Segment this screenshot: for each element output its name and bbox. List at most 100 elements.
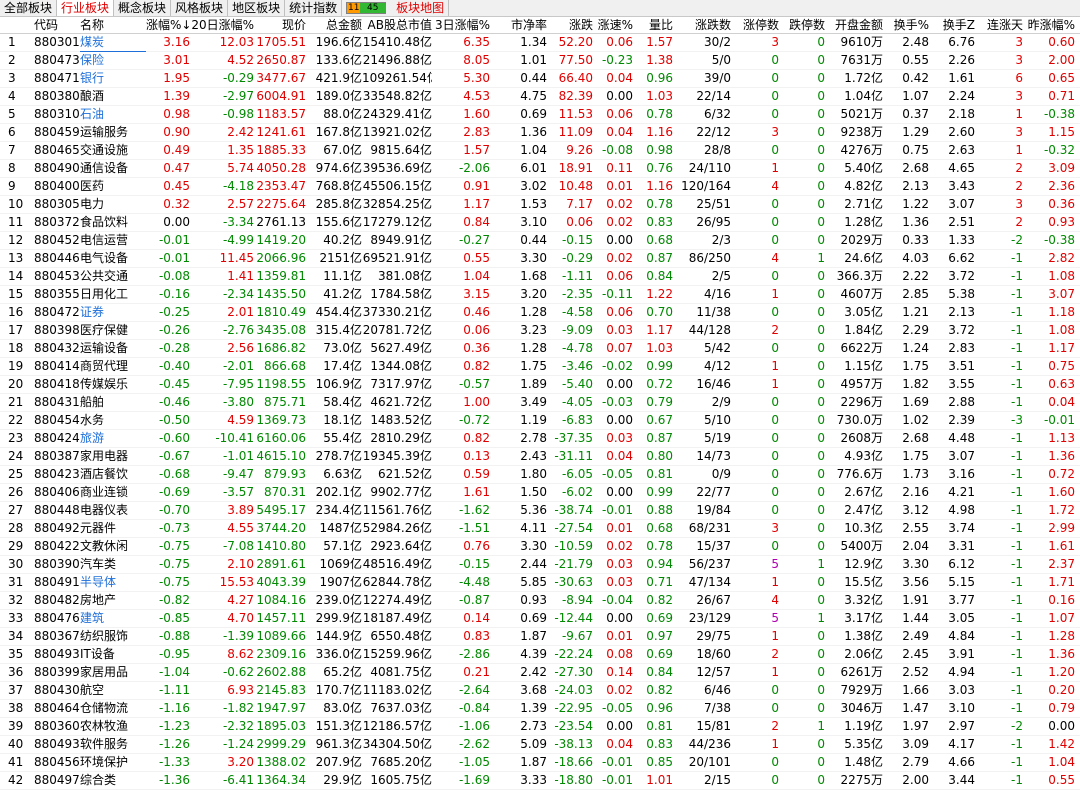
table-row[interactable]: 18 880432 运输设备 -0.28 2.56 1686.82 73.0亿 5627.49… xyxy=(0,340,1080,358)
header-col-3d-change[interactable]: 3日涨幅% xyxy=(432,17,490,33)
table-row[interactable]: 35 880493 IT设备 -0.95 8.62 2309.16 336.0亿 15259.… xyxy=(0,646,1080,664)
header-col-limit-up[interactable]: 涨停数 xyxy=(731,17,779,33)
tab-3[interactable]: 风格板块 xyxy=(171,0,229,16)
table-row[interactable]: 41 880456 环境保护 -1.33 3.20 1388.02 207.9亿 7685.2… xyxy=(0,754,1080,772)
table-row[interactable]: 33 880476 建筑 -0.85 4.70 1457.11 299.9亿 18187.49… xyxy=(0,610,1080,628)
header-col-code[interactable]: 代码 xyxy=(28,17,80,33)
table-row[interactable]: 28 880492 元器件 -0.73 4.55 3744.20 1487亿 52984.26… xyxy=(0,520,1080,538)
tab-0[interactable]: 全部板块 xyxy=(0,0,58,16)
tab-2[interactable]: 概念板块 xyxy=(114,0,172,16)
cell-col-20d-change: 4.70 xyxy=(227,611,254,625)
table-row[interactable]: 38 880464 仓储物流 -1.16 -1.82 1947.97 83.0亿 7637.0… xyxy=(0,700,1080,718)
table-row[interactable]: 7 880465 交通设施 0.49 1.35 1885.33 67.0亿 9815.64亿 1… xyxy=(0,142,1080,160)
table-row[interactable]: 1 880301 煤炭 3.16 12.03 1705.51 196.6亿 15410.48亿… xyxy=(0,34,1080,52)
cell-col-20d-change: -2.01 xyxy=(222,359,254,373)
table-row[interactable]: 42 880497 综合类 -1.36 -6.41 1364.34 29.9亿 1605.75… xyxy=(0,772,1080,790)
cell-col-turnover-rate: 2.04 xyxy=(902,539,929,553)
table-row[interactable]: 2 880473 保险 3.01 4.52 2650.87 133.6亿 21496.88亿 8… xyxy=(0,52,1080,70)
header-col-pb[interactable]: 市净率 xyxy=(490,17,547,33)
table-row[interactable]: 27 880448 电器仪表 -0.70 3.89 5495.17 234.4亿 11561.… xyxy=(0,502,1080,520)
table-row[interactable]: 4 880380 酿酒 1.39 -2.97 6004.91 189.0亿 33548.82亿… xyxy=(0,88,1080,106)
cell-col-3d-change: -1.06 xyxy=(458,719,490,733)
cell-col-up-down: 4/16 xyxy=(704,287,731,301)
cell-col-up-down: 16/46 xyxy=(696,377,731,391)
table-row[interactable]: 25 880423 酒店餐饮 -0.68 -9.47 879.93 6.63亿 621.52亿… xyxy=(0,466,1080,484)
cell-col-turnover-amount: 961.3亿 xyxy=(315,737,362,751)
header-col-change[interactable]: 涨跌 xyxy=(547,17,593,33)
table-row[interactable]: 3 880471 银行 1.95 -0.29 3477.67 421.9亿 109261.54… xyxy=(0,70,1080,88)
tab-6[interactable]: 板块地图 xyxy=(392,0,450,16)
table-row[interactable]: 14 880453 公共交通 -0.08 1.41 1359.81 11.1亿 381.08亿… xyxy=(0,268,1080,286)
cell-col-change-pct: 0.47 xyxy=(163,161,190,175)
cell-col-prev-change: 2.00 xyxy=(1048,53,1075,67)
cell-col-pb: 1.87 xyxy=(520,629,547,643)
table-row[interactable]: 22 880454 水务 -0.50 4.59 1369.73 18.1亿 1483.52亿 -… xyxy=(0,412,1080,430)
cell-col-open-amount: 6261万 xyxy=(840,665,883,679)
cell-col-3d-change: 1.17 xyxy=(463,197,490,211)
header-col-name[interactable]: 名称 xyxy=(80,17,146,33)
table-row[interactable]: 19 880414 商贸代理 -0.40 -2.01 866.68 17.4亿 1344.08… xyxy=(0,358,1080,376)
table-row[interactable]: 15 880355 日用化工 -0.16 -2.34 1435.50 41.2亿 1784.5… xyxy=(0,286,1080,304)
cell-col-change-pct: -0.50 xyxy=(158,413,190,427)
table-row[interactable]: 32 880482 房地产 -0.82 4.27 1084.16 239.0亿 12274.4… xyxy=(0,592,1080,610)
cell-col-speed: 0.06 xyxy=(606,269,633,283)
header-col-streak[interactable]: 连涨天 xyxy=(975,17,1023,33)
header-col-up-down[interactable]: 涨跌数 xyxy=(673,17,731,33)
header-col-turnover-rate[interactable]: 换手% xyxy=(883,17,929,33)
table-row[interactable]: 37 880430 航空 -1.11 6.93 2145.83 170.7亿 11183.02… xyxy=(0,682,1080,700)
header-col-20d-change[interactable]: 20日涨幅% xyxy=(190,17,254,33)
table-row[interactable]: 8 880490 通信设备 0.47 5.74 4050.28 974.6亿 39536.69… xyxy=(0,160,1080,178)
table-row[interactable]: 24 880387 家用电器 -0.67 -1.01 4615.10 278.7亿 19345… xyxy=(0,448,1080,466)
cell-col-turnover-amount: 278.7亿 xyxy=(315,449,362,463)
tab-1[interactable]: 行业板块 xyxy=(57,0,115,16)
table-row[interactable]: 11 880372 食品饮料 0.00 -3.34 2761.13 155.6亿 17279.… xyxy=(0,214,1080,232)
cell-col-market-cap: 32854.25亿 xyxy=(362,197,432,211)
header-col-turnover-amount[interactable]: 总金额 xyxy=(306,17,362,33)
table-row[interactable]: 26 880406 商业连锁 -0.69 -3.57 870.31 202.1亿 9902.7… xyxy=(0,484,1080,502)
header-col-volume-ratio[interactable]: 量比 xyxy=(633,17,673,33)
table-row[interactable]: 13 880446 电气设备 -0.01 11.45 2066.96 2151亿 69521.… xyxy=(0,250,1080,268)
header-col-limit-down[interactable]: 跌停数 xyxy=(779,17,825,33)
tab-4[interactable]: 地区板块 xyxy=(228,0,286,16)
table-row[interactable]: 40 880493 软件服务 -1.26 -1.24 2999.29 961.3亿 34304… xyxy=(0,736,1080,754)
table-row[interactable]: 5 880310 石油 0.98 -0.98 1183.57 88.0亿 24329.41亿 1… xyxy=(0,106,1080,124)
cell-col-20d-change: -1.82 xyxy=(222,701,254,715)
cell-col-code: 880399 xyxy=(34,665,80,679)
cell-col-price: 2891.61 xyxy=(256,557,306,571)
header-col-change-pct[interactable]: 涨幅%↓ xyxy=(146,17,190,33)
table-row[interactable]: 9 880400 医药 0.45 -4.18 2353.47 768.8亿 45506.15亿… xyxy=(0,178,1080,196)
table-row[interactable]: 39 880360 农林牧渔 -1.23 -2.32 1895.03 151.3亿 12186… xyxy=(0,718,1080,736)
cell-col-pb: 3.49 xyxy=(520,395,547,409)
cell-col-20d-change: -2.97 xyxy=(222,89,254,103)
cell-col-volume-ratio: 1.01 xyxy=(646,773,673,787)
table-row[interactable]: 36 880399 家居用品 -1.04 -0.62 2602.88 65.2亿 4081.7… xyxy=(0,664,1080,682)
header-col-price[interactable]: 现价 xyxy=(254,17,306,33)
header-col-turnover-z[interactable]: 换手Z xyxy=(929,17,975,33)
cell-col-streak: 2 xyxy=(1015,179,1023,193)
header-col-market-cap[interactable]: AB股总市值 xyxy=(362,17,432,33)
cell-col-turnover-rate: 2.48 xyxy=(902,35,929,49)
table-row[interactable]: 29 880422 文教休闲 -0.75 -7.08 1410.80 57.1亿 2923.6… xyxy=(0,538,1080,556)
cell-col-change: -2.35 xyxy=(561,287,593,301)
table-row[interactable]: 12 880452 电信运营 -0.01 -4.99 1419.20 40.2亿 8949.9… xyxy=(0,232,1080,250)
header-col-prev-change[interactable]: 昨涨幅% xyxy=(1023,17,1075,33)
table-row[interactable]: 20 880418 传媒娱乐 -0.45 -7.95 1198.55 106.9亿 7317.… xyxy=(0,376,1080,394)
cell-col-open-amount: 3.05亿 xyxy=(844,305,883,319)
header-col-open-amount[interactable]: 开盘金额 xyxy=(825,17,883,33)
cell-col-change-pct: 0.32 xyxy=(163,197,190,211)
header-col-speed[interactable]: 涨速% xyxy=(593,17,633,33)
tab-5[interactable]: 统计指数 xyxy=(285,0,343,16)
table-row[interactable]: 16 880472 证券 -0.25 2.01 1810.49 454.4亿 37330.21… xyxy=(0,304,1080,322)
table-row[interactable]: 21 880431 船舶 -0.46 -3.80 875.71 58.4亿 4621.72亿 1… xyxy=(0,394,1080,412)
cell-col-turnover-amount: 155.6亿 xyxy=(315,215,362,229)
table-row[interactable]: 10 880305 电力 0.32 2.57 2275.64 285.8亿 32854.25亿… xyxy=(0,196,1080,214)
cell-col-open-amount: 3046万 xyxy=(840,701,883,715)
table-row[interactable]: 30 880390 汽车类 -0.75 2.10 2891.61 1069亿 48516.49… xyxy=(0,556,1080,574)
table-row[interactable]: 6 880459 运输服务 0.90 2.42 1241.61 167.8亿 13921.02… xyxy=(0,124,1080,142)
table-row[interactable]: 23 880424 旅游 -0.60 -10.41 6160.06 55.4亿 2810.29… xyxy=(0,430,1080,448)
cell-col-turnover-z: 3.91 xyxy=(948,647,975,661)
cell-col-up-down: 28/8 xyxy=(704,143,731,157)
table-row[interactable]: 34 880367 纺织服饰 -0.88 -1.39 1089.66 144.9亿 6550.… xyxy=(0,628,1080,646)
table-row[interactable]: 17 880398 医疗保健 -0.26 -2.76 3435.08 315.4亿 20781… xyxy=(0,322,1080,340)
table-row[interactable]: 31 880491 半导体 -0.75 15.53 4043.39 1907亿 62844.7… xyxy=(0,574,1080,592)
